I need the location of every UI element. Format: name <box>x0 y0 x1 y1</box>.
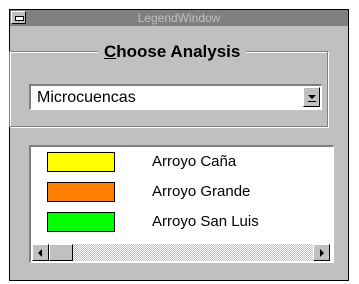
analysis-group-title: Choose Analysis <box>98 42 247 62</box>
scroll-left-button[interactable] <box>32 244 49 261</box>
horizontal-scrollbar[interactable] <box>32 244 330 261</box>
legend-label: Arroyo Caña <box>152 153 237 170</box>
dropdown-button[interactable] <box>303 87 320 107</box>
accelerator-letter: C <box>104 42 117 61</box>
legend-label: Arroyo Grande <box>152 183 251 200</box>
scroll-thumb[interactable] <box>49 244 73 261</box>
legend-swatch <box>47 182 115 202</box>
legend-label: Arroyo San Luis <box>152 213 259 230</box>
group-title-rest: hoose Analysis <box>116 42 241 61</box>
analysis-select[interactable]: Microcuencas <box>29 84 322 110</box>
legend-list[interactable]: Arroyo Caña Arroyo Grande Arroyo San Lui… <box>29 145 334 263</box>
arrow-left-icon <box>38 249 42 257</box>
legend-swatch <box>47 152 115 172</box>
legend-item: Arroyo Caña <box>31 149 333 175</box>
analysis-select-value: Microcuencas <box>37 89 136 106</box>
legend-item: Arroyo Grande <box>31 179 333 205</box>
chevron-down-icon <box>308 95 316 102</box>
window-title: LegendWindow <box>137 11 221 25</box>
legend-item: Arroyo San Luis <box>31 209 333 235</box>
legend-swatch <box>47 212 115 232</box>
title-bar[interactable]: LegendWindow <box>10 10 348 26</box>
scroll-right-button[interactable] <box>313 244 330 261</box>
arrow-right-icon <box>320 249 324 257</box>
